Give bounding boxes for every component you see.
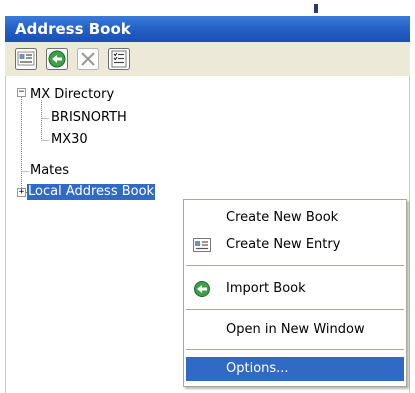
tree-node-mates[interactable]: Mates <box>29 163 70 179</box>
menu-label-import-book: Import Book <box>226 281 306 296</box>
menu-item-create-new-entry[interactable]: Create New Entry <box>186 233 404 257</box>
menu-label-create-new-entry: Create New Entry <box>226 237 341 252</box>
import-arrow-icon <box>192 280 212 298</box>
new-entry-toolbar-button[interactable] <box>13 46 39 72</box>
address-card-icon <box>192 236 212 254</box>
tree-node-mx30[interactable]: MX30 <box>50 132 89 148</box>
window-title: Address Book <box>15 20 131 38</box>
menu-separator <box>186 265 404 266</box>
address-book-window: Address Book − MX Directory BRISNORTH MX… <box>0 0 415 393</box>
tree-expander-mx-directory[interactable]: − <box>17 88 26 97</box>
properties-list-icon <box>108 48 130 70</box>
tree-node-brisnorth[interactable]: BRISNORTH <box>50 110 128 126</box>
window-top-strip <box>0 0 415 15</box>
import-toolbar-button[interactable] <box>44 46 70 72</box>
title-bar: Address Book <box>5 16 410 42</box>
address-card-icon <box>15 48 37 70</box>
tree-node-mx-directory[interactable]: MX Directory <box>29 87 115 103</box>
menu-label-options: Options... <box>226 361 289 376</box>
menu-separator <box>186 309 404 310</box>
menu-label-open-in-new-window: Open in New Window <box>226 322 365 337</box>
top-marker <box>314 4 318 13</box>
menu-item-open-in-new-window[interactable]: Open in New Window <box>186 318 404 342</box>
menu-separator <box>186 349 404 350</box>
menu-label-create-new-book: Create New Book <box>226 210 339 225</box>
tree-expander-local-address-book[interactable]: + <box>17 188 26 197</box>
menu-item-import-book[interactable]: Import Book <box>186 277 404 301</box>
delete-x-icon <box>77 48 99 70</box>
properties-toolbar-button[interactable] <box>106 46 132 72</box>
delete-toolbar-button[interactable] <box>75 46 101 72</box>
menu-item-options[interactable]: Options... <box>186 357 404 381</box>
toolbar <box>5 42 410 76</box>
context-menu: Create New Book Create New Entry Import … <box>183 199 407 387</box>
menu-item-create-new-book[interactable]: Create New Book <box>186 206 404 230</box>
tree-node-local-address-book[interactable]: Local Address Book <box>27 184 156 200</box>
import-arrow-icon <box>46 48 68 70</box>
